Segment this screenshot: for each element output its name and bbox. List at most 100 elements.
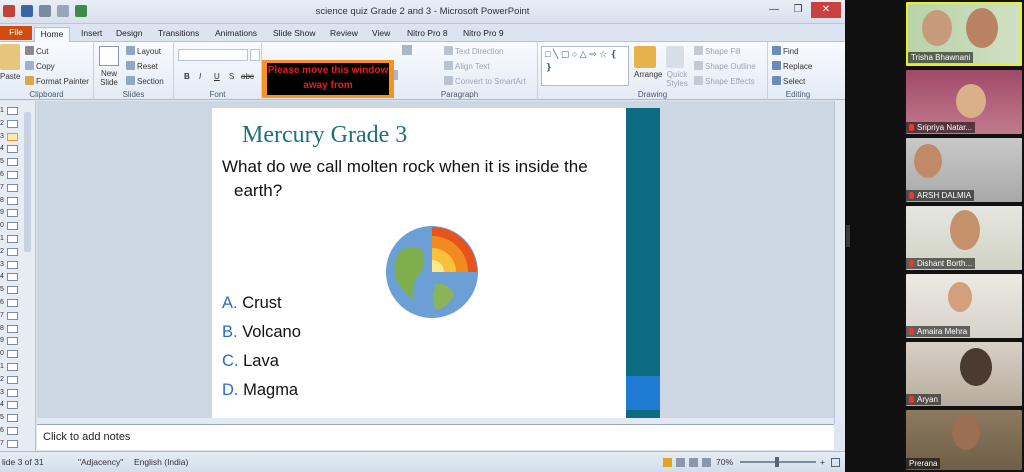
shapes-gallery[interactable]: □ ╲ ▢ ○ △ ⇨ ☆ ❴ ❵ bbox=[541, 46, 629, 86]
participant-name: Dishant Borth... bbox=[906, 258, 976, 269]
font-name-box[interactable] bbox=[178, 49, 248, 61]
tab-slide-show[interactable]: Slide Show bbox=[270, 27, 319, 42]
tab-home[interactable]: Home bbox=[34, 27, 70, 42]
reading-view-icon[interactable] bbox=[689, 458, 698, 467]
strikethrough-button[interactable]: abc bbox=[241, 72, 254, 81]
text-direction-button[interactable]: Text Direction bbox=[444, 46, 503, 56]
thumbnails-scrollbar[interactable] bbox=[24, 112, 31, 252]
slide-thumbnail[interactable]: 1 bbox=[0, 361, 36, 373]
slide-thumbnail[interactable]: 5 bbox=[0, 412, 36, 424]
slide-thumbnail[interactable]: 6 bbox=[0, 297, 36, 309]
quick-styles-button[interactable]: Quick Styles bbox=[664, 70, 690, 88]
participant-video bbox=[914, 144, 942, 178]
cut-button[interactable]: Cut bbox=[25, 46, 48, 56]
slide-thumbnail[interactable]: 7 bbox=[0, 438, 36, 450]
section-button[interactable]: Section bbox=[126, 76, 164, 86]
shape-effects-label: Shape Effects bbox=[705, 77, 755, 86]
slideshow-view-icon[interactable] bbox=[702, 458, 711, 467]
slide-thumbnail[interactable]: 0 bbox=[0, 348, 36, 360]
new-slide-icon[interactable] bbox=[99, 46, 119, 66]
italic-button[interactable]: I bbox=[199, 72, 201, 81]
align-text-button[interactable]: Align Text bbox=[444, 61, 490, 71]
paste-icon[interactable] bbox=[0, 44, 20, 70]
slide-question[interactable]: What do we call molten rock when it is i… bbox=[222, 155, 622, 203]
slide-thumbnail[interactable]: 5 bbox=[0, 284, 36, 296]
font-size-box[interactable] bbox=[250, 49, 260, 61]
paste-button[interactable]: Paste bbox=[0, 72, 20, 81]
participant-tile[interactable]: Sripriya Natar... bbox=[906, 70, 1022, 134]
slide-thumbnail[interactable]: 2 bbox=[0, 374, 36, 386]
slide-thumbnail[interactable]: 3 bbox=[0, 259, 36, 271]
tab-insert[interactable]: Insert bbox=[78, 27, 105, 42]
slide-thumbnail[interactable]: 4 bbox=[0, 399, 36, 411]
muted-mic-icon bbox=[909, 328, 914, 335]
quick-styles-icon[interactable] bbox=[666, 46, 684, 68]
shape-outline-button[interactable]: Shape Outline bbox=[694, 61, 756, 71]
option-a[interactable]: A. Crust bbox=[222, 294, 282, 313]
shadow-button[interactable]: S bbox=[229, 72, 234, 81]
slide-thumbnail[interactable]: 8 bbox=[0, 323, 36, 335]
window-resize-handle[interactable] bbox=[846, 225, 850, 247]
tab-transitions[interactable]: Transitions bbox=[155, 27, 202, 42]
close-icon[interactable]: ✕ bbox=[811, 2, 841, 18]
convert-smartart-button[interactable]: Convert to SmartArt bbox=[444, 76, 526, 86]
slide-vertical-scrollbar[interactable] bbox=[834, 101, 845, 424]
tab-view[interactable]: View bbox=[369, 27, 393, 42]
bullets-icon[interactable] bbox=[402, 45, 412, 55]
participant-tile[interactable]: Amaira Mehra bbox=[906, 274, 1022, 338]
option-d[interactable]: D. Magma bbox=[222, 381, 298, 400]
slide-thumbnail[interactable]: 4 bbox=[0, 271, 36, 283]
tab-review[interactable]: Review bbox=[327, 27, 361, 42]
zoom-in-icon[interactable]: + bbox=[820, 457, 825, 467]
fit-slide-icon[interactable] bbox=[831, 458, 840, 467]
option-c[interactable]: C. Lava bbox=[222, 352, 279, 371]
arrange-icon[interactable] bbox=[634, 46, 656, 68]
replace-label: Replace bbox=[783, 62, 813, 71]
participant-name-text: Dishant Borth... bbox=[917, 259, 973, 268]
participant-tile[interactable]: Aryan bbox=[906, 342, 1022, 406]
notes-pane[interactable]: Click to add notes bbox=[37, 424, 834, 450]
slide-canvas[interactable]: Mercury Grade 3 What do we call molten r… bbox=[212, 108, 660, 422]
slide-thumbnail-number: 6 bbox=[0, 171, 4, 178]
tab-design[interactable]: Design bbox=[113, 27, 145, 42]
minimize-icon[interactable]: — bbox=[763, 2, 785, 18]
restore-icon[interactable]: ❐ bbox=[787, 2, 809, 18]
normal-view-icon[interactable] bbox=[663, 458, 672, 467]
tab-nitro-pro-8[interactable]: Nitro Pro 8 bbox=[404, 27, 451, 42]
layout-button[interactable]: Layout bbox=[126, 46, 161, 56]
tab-file[interactable]: File bbox=[0, 26, 32, 40]
slide-title[interactable]: Mercury Grade 3 bbox=[242, 122, 407, 149]
shape-fill-button[interactable]: Shape Fill bbox=[694, 46, 741, 56]
zoom-level[interactable]: 70% bbox=[716, 457, 733, 467]
arrange-button[interactable]: Arrange bbox=[634, 70, 662, 79]
bold-button[interactable]: B bbox=[184, 72, 190, 81]
new-slide-button[interactable]: New Slide bbox=[98, 69, 120, 87]
drawing-group: □ ╲ ▢ ○ △ ⇨ ☆ ❴ ❵ Arrange Quick Styles S… bbox=[538, 42, 768, 100]
slide-thumbnail[interactable]: 3 bbox=[0, 387, 36, 399]
text-direction-label: Text Direction bbox=[455, 47, 504, 56]
participant-video bbox=[966, 8, 998, 48]
option-b[interactable]: B. Volcano bbox=[222, 323, 301, 342]
tab-animations[interactable]: Animations bbox=[212, 27, 260, 42]
slide-thumbnail[interactable]: 9 bbox=[0, 335, 36, 347]
tab-nitro-pro-9[interactable]: Nitro Pro 9 bbox=[460, 27, 507, 42]
replace-button[interactable]: Replace bbox=[772, 61, 812, 71]
participant-tile[interactable]: Trisha Bhawnani bbox=[906, 2, 1022, 66]
underline-button[interactable]: U bbox=[214, 72, 220, 81]
slide-thumbnail[interactable]: 6 bbox=[0, 425, 36, 437]
language-indicator[interactable]: English (India) bbox=[134, 457, 188, 467]
slide-sorter-icon[interactable] bbox=[676, 458, 685, 467]
format-painter-button[interactable]: Format Painter bbox=[25, 76, 89, 86]
slide-thumbnail-number: 1 bbox=[0, 107, 4, 114]
find-button[interactable]: Find bbox=[772, 46, 799, 56]
copy-button[interactable]: Copy bbox=[25, 61, 55, 71]
participant-tile[interactable]: Prerana bbox=[906, 410, 1022, 470]
participant-tile[interactable]: ARSH DALMIA bbox=[906, 138, 1022, 202]
participant-tile[interactable]: Dishant Borth... bbox=[906, 206, 1022, 270]
slide-thumbnail[interactable]: 7 bbox=[0, 310, 36, 322]
shape-effects-button[interactable]: Shape Effects bbox=[694, 76, 755, 86]
zoom-slider-handle[interactable] bbox=[775, 457, 779, 467]
reset-button[interactable]: Reset bbox=[126, 61, 158, 71]
select-button[interactable]: Select bbox=[772, 76, 805, 86]
earth-cutaway-image[interactable] bbox=[384, 224, 480, 320]
